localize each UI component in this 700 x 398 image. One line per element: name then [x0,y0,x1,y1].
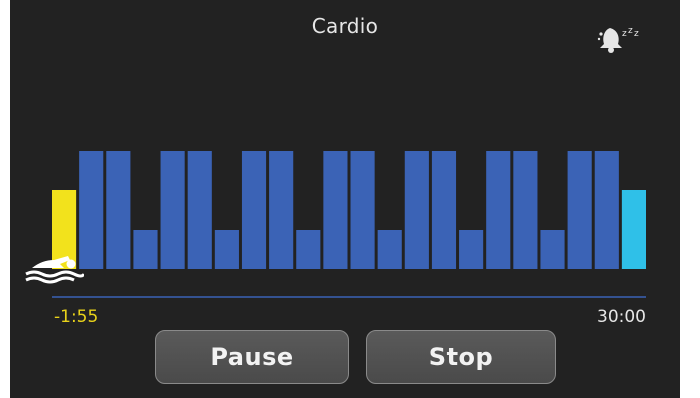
interval-segment-bar [350,151,375,269]
interval-segment-bar [133,230,158,269]
interval-segment-bar [486,151,511,269]
interval-segment-bar [377,230,402,269]
interval-segment-bar [431,151,457,269]
interval-segment-bar [404,151,429,269]
interval-segment-bar [513,151,538,269]
interval-segment-bar [187,151,212,269]
interval-segment-bar [567,151,592,269]
pause-button[interactable]: Pause [155,330,349,384]
interval-segment-bar [323,151,348,269]
interval-segment-bar [106,151,131,269]
elapsed-time: -1:55 [54,307,99,327]
stop-button[interactable]: Stop [366,330,556,384]
interval-segment-bar [594,151,619,269]
interval-segment-bar [459,230,484,269]
swimmer-icon [25,256,84,284]
interval-segment-bar [269,151,294,269]
interval-bars [52,151,646,269]
cooldown-segment-bar [621,190,646,269]
workout-screen: Cardio z z z -1:55 30:00 Pause Stop [10,0,680,398]
interval-segment-bar [296,230,321,269]
interval-segment-bar [241,151,267,269]
interval-segment-bar [214,230,239,269]
interval-segment-bar [540,230,565,269]
total-time: 30:00 [597,307,646,327]
interval-segment-bar [160,151,185,269]
